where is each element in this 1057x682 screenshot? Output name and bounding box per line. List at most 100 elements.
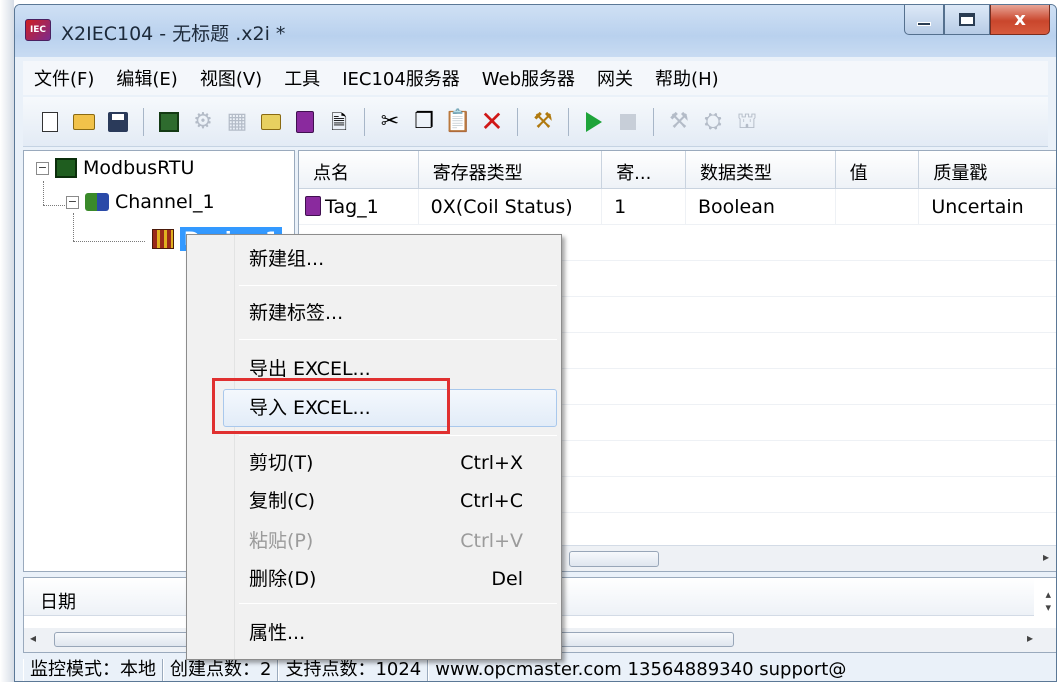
cut-icon: ✂: [380, 108, 400, 134]
delete-button[interactable]: ✕: [477, 107, 507, 137]
menu-item-shortcut: Del: [491, 568, 523, 590]
menu-web-server[interactable]: Web服务器: [471, 65, 586, 91]
context-menu: 新建组... 新建标签... 导出 EXCEL... 导入 EXCEL... 剪…: [186, 234, 562, 660]
minimize-icon: [917, 21, 931, 26]
table-row[interactable]: Tag_1 0X(Coil Status) 1 Boolean Uncertai…: [299, 189, 1056, 225]
grid-header: 点名 寄存器类型 寄... 数据类型 值 质量戳: [299, 151, 1056, 189]
column-header-register[interactable]: 寄...: [602, 151, 686, 188]
device-icon: ▦: [226, 108, 248, 134]
menu-item-cut[interactable]: 剪切(T) Ctrl+X: [249, 445, 541, 481]
tree-connector: [43, 181, 44, 205]
close-icon: x: [1014, 9, 1026, 30]
menu-gateway[interactable]: 网关: [586, 65, 644, 91]
menu-item-new-group[interactable]: 新建组...: [249, 241, 541, 277]
copy-button[interactable]: ❐: [409, 107, 439, 137]
modbus-icon: [55, 158, 77, 178]
settings-button[interactable]: ⚒: [664, 107, 694, 137]
toolbar-separator: [517, 107, 518, 136]
run-icon: [586, 111, 602, 132]
menu-item-shortcut: Ctrl+X: [460, 452, 523, 474]
menu-item-label: 新建标签...: [249, 302, 344, 324]
paste-icon: 📋: [444, 108, 472, 134]
toolbar-separator: [364, 107, 365, 136]
cut-button[interactable]: ✂: [375, 107, 405, 137]
add-device-button[interactable]: ▦: [222, 107, 252, 137]
menu-file[interactable]: 文件(F): [23, 65, 105, 91]
new-file-button[interactable]: [35, 107, 65, 137]
menu-item-properties[interactable]: 属性...: [249, 615, 541, 651]
cell-register: 1: [602, 189, 686, 224]
tree-node-label: Channel_1: [115, 191, 215, 213]
cell-name: Tag_1: [299, 189, 419, 224]
load-icon: ⛭: [704, 108, 722, 134]
status-supported-points: 支持点数：1024: [278, 659, 429, 681]
tree-connector: [73, 213, 74, 241]
menu-separator: [239, 339, 557, 340]
add-channel-button[interactable]: ⚙: [188, 107, 218, 137]
menu-help[interactable]: 帮助(H): [644, 65, 730, 91]
new-group-button[interactable]: [256, 107, 286, 137]
scroll-left-icon[interactable]: ◂: [30, 631, 36, 645]
desktop-edge: [0, 0, 14, 682]
column-header-register-type[interactable]: 寄存器类型: [419, 151, 603, 188]
scroll-right-icon[interactable]: ▸: [1043, 550, 1049, 564]
menu-view[interactable]: 视图(V): [189, 65, 273, 91]
menu-separator: [239, 603, 557, 604]
cell-name-text: Tag_1: [325, 196, 379, 218]
save-button[interactable]: [103, 107, 133, 137]
log-column-date[interactable]: 日期: [40, 588, 76, 614]
column-header-data-type[interactable]: 数据类型: [686, 151, 836, 188]
scroll-right-icon[interactable]: ▸: [1027, 631, 1033, 645]
new-tag-button[interactable]: [290, 107, 320, 137]
new-file-icon: [42, 111, 58, 132]
column-header-value[interactable]: 值: [836, 151, 920, 188]
properties-button[interactable]: 🗎: [324, 107, 354, 137]
column-header-name[interactable]: 点名: [299, 151, 419, 188]
menu-item-new-tag[interactable]: 新建标签...: [249, 295, 541, 331]
tree-node-label: ModbusRTU: [83, 157, 195, 179]
close-button[interactable]: x: [990, 5, 1050, 35]
menu-tools[interactable]: 工具: [273, 65, 331, 91]
tree-node-modbusrtu[interactable]: − ModbusRTU: [36, 157, 194, 179]
scroll-up-icon[interactable]: ▴ ▾: [1045, 588, 1051, 614]
menu-bar: 文件(F) 编辑(E) 视图(V) 工具 IEC104服务器 Web服务器 网关…: [23, 61, 1048, 95]
title-bar[interactable]: IEC X2IEC104 - 无标题 .x2i * x: [15, 5, 1056, 57]
menu-item-label: 导出 EXCEL...: [249, 358, 371, 380]
menu-item-paste[interactable]: 粘贴(P) Ctrl+V: [249, 523, 541, 559]
minimize-button[interactable]: [904, 5, 944, 35]
tree-connector: [43, 205, 65, 206]
column-header-quality[interactable]: 质量戳: [919, 151, 1056, 188]
paste-button[interactable]: 📋: [443, 107, 473, 137]
stop-button[interactable]: [613, 107, 643, 137]
menu-item-copy[interactable]: 复制(C) Ctrl+C: [249, 483, 541, 519]
collapse-icon[interactable]: −: [36, 161, 49, 175]
modbus-icon: [159, 111, 179, 132]
menu-item-delete[interactable]: 删除(D) Del: [249, 561, 541, 597]
stop-icon: [620, 113, 636, 130]
collapse-icon[interactable]: −: [66, 195, 79, 209]
cell-value: [836, 189, 920, 224]
load-button[interactable]: ⛭: [698, 107, 728, 137]
tool-button[interactable]: ⚒: [528, 107, 558, 137]
menu-iec104-server[interactable]: IEC104服务器: [331, 65, 471, 91]
tree-connector: [73, 241, 145, 242]
add-modbus-button[interactable]: [154, 107, 184, 137]
scrollbar-thumb[interactable]: [569, 551, 659, 567]
app-icon: IEC: [25, 19, 51, 41]
channel-icon: [85, 193, 109, 211]
menu-separator: [239, 435, 557, 436]
cell-quality: Uncertain: [919, 189, 1056, 224]
tree-node-channel[interactable]: − Channel_1: [66, 191, 215, 213]
status-contact: www.opcmaster.com 13564889340 support@: [428, 659, 852, 681]
new-tag-icon: [296, 110, 314, 133]
delete-icon: ✕: [480, 104, 504, 138]
maximize-icon: [959, 13, 975, 26]
run-button[interactable]: [579, 107, 609, 137]
menu-item-label: 粘贴(P): [249, 530, 314, 552]
menu-separator: [239, 285, 557, 286]
maximize-button[interactable]: [944, 5, 990, 35]
menu-edit[interactable]: 编辑(E): [105, 65, 188, 91]
window-title: X2IEC104 - 无标题 .x2i *: [61, 23, 286, 45]
upload-button[interactable]: ⛫: [732, 107, 762, 137]
open-button[interactable]: [69, 107, 99, 137]
